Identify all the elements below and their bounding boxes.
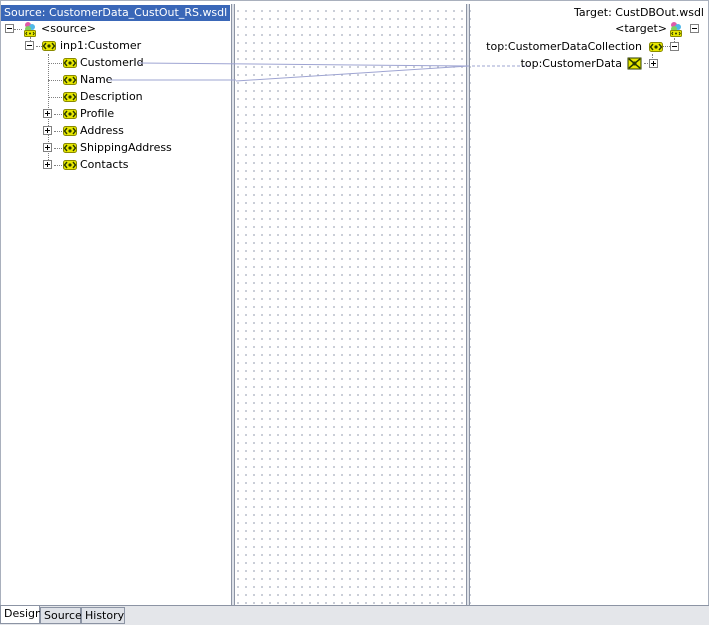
collapse-icon[interactable] bbox=[5, 24, 14, 33]
element-icon bbox=[63, 109, 77, 119]
tab-history[interactable]: History bbox=[81, 607, 125, 624]
tree-node-customerdatacollection[interactable]: top:CustomerDataCollection bbox=[472, 38, 708, 55]
expand-icon[interactable] bbox=[43, 126, 52, 135]
tree-node-customerid[interactable]: CustomerId bbox=[0, 54, 200, 71]
tree-node-name[interactable]: Name bbox=[0, 71, 200, 88]
element-icon bbox=[63, 75, 77, 85]
tree-node-profile[interactable]: Profile bbox=[0, 105, 200, 122]
tree-node-source-root[interactable]: <source> bbox=[0, 20, 200, 37]
tree-node-customer[interactable]: inp1:Customer bbox=[0, 37, 200, 54]
expand-icon[interactable] bbox=[43, 160, 52, 169]
choice-element-icon bbox=[627, 57, 642, 70]
field-label: Description bbox=[80, 90, 143, 103]
field-label: Address bbox=[80, 124, 124, 137]
target-tree-pane: Target: CustDBOut.wsdl <target> top:Cust… bbox=[472, 4, 708, 604]
field-label: ShippingAddress bbox=[80, 141, 172, 154]
expand-icon[interactable] bbox=[43, 109, 52, 118]
schema-root-icon bbox=[668, 21, 684, 37]
element-icon bbox=[649, 42, 663, 52]
collapse-icon[interactable] bbox=[670, 42, 679, 51]
element-icon bbox=[63, 58, 77, 68]
field-label: Profile bbox=[80, 107, 115, 120]
field-label: Name bbox=[80, 73, 113, 86]
customerdata-label: top:CustomerData bbox=[520, 57, 622, 70]
collection-label: top:CustomerDataCollection bbox=[486, 40, 642, 53]
element-icon bbox=[63, 143, 77, 153]
source-splitter[interactable] bbox=[231, 4, 235, 605]
tree-node-target-root[interactable]: <target> bbox=[472, 20, 708, 37]
expand-icon[interactable] bbox=[649, 59, 658, 68]
tab-source[interactable]: Source bbox=[40, 607, 82, 624]
source-header[interactable]: Source: CustomerData_CustOut_RS.wsdl bbox=[1, 5, 231, 21]
tree-node-description[interactable]: Description bbox=[0, 88, 200, 105]
element-icon bbox=[42, 41, 56, 51]
source-tree-pane: Source: CustomerData_CustOut_RS.wsdl <so… bbox=[0, 4, 231, 604]
tree-node-address[interactable]: Address bbox=[0, 122, 200, 139]
element-icon bbox=[63, 160, 77, 170]
target-splitter[interactable] bbox=[466, 4, 470, 605]
source-root-label: <source> bbox=[41, 22, 96, 35]
collapse-icon[interactable] bbox=[25, 41, 34, 50]
customer-label: inp1:Customer bbox=[60, 39, 142, 52]
expand-icon[interactable] bbox=[43, 143, 52, 152]
field-label: Contacts bbox=[80, 158, 129, 171]
collapse-icon[interactable] bbox=[690, 24, 699, 33]
schema-root-icon bbox=[22, 21, 38, 37]
editor-tabs: Design Source History bbox=[0, 605, 709, 625]
element-icon bbox=[63, 92, 77, 102]
tab-design[interactable]: Design bbox=[0, 606, 42, 624]
mapping-canvas[interactable] bbox=[231, 4, 472, 605]
element-icon bbox=[63, 126, 77, 136]
tree-node-shippingaddress[interactable]: ShippingAddress bbox=[0, 139, 200, 156]
target-root-label: <target> bbox=[615, 22, 667, 35]
target-header[interactable]: Target: CustDBOut.wsdl bbox=[574, 5, 704, 21]
tree-node-customerdata[interactable]: top:CustomerData bbox=[472, 55, 708, 72]
tree-node-contacts[interactable]: Contacts bbox=[0, 156, 200, 173]
field-label: CustomerId bbox=[80, 56, 144, 69]
